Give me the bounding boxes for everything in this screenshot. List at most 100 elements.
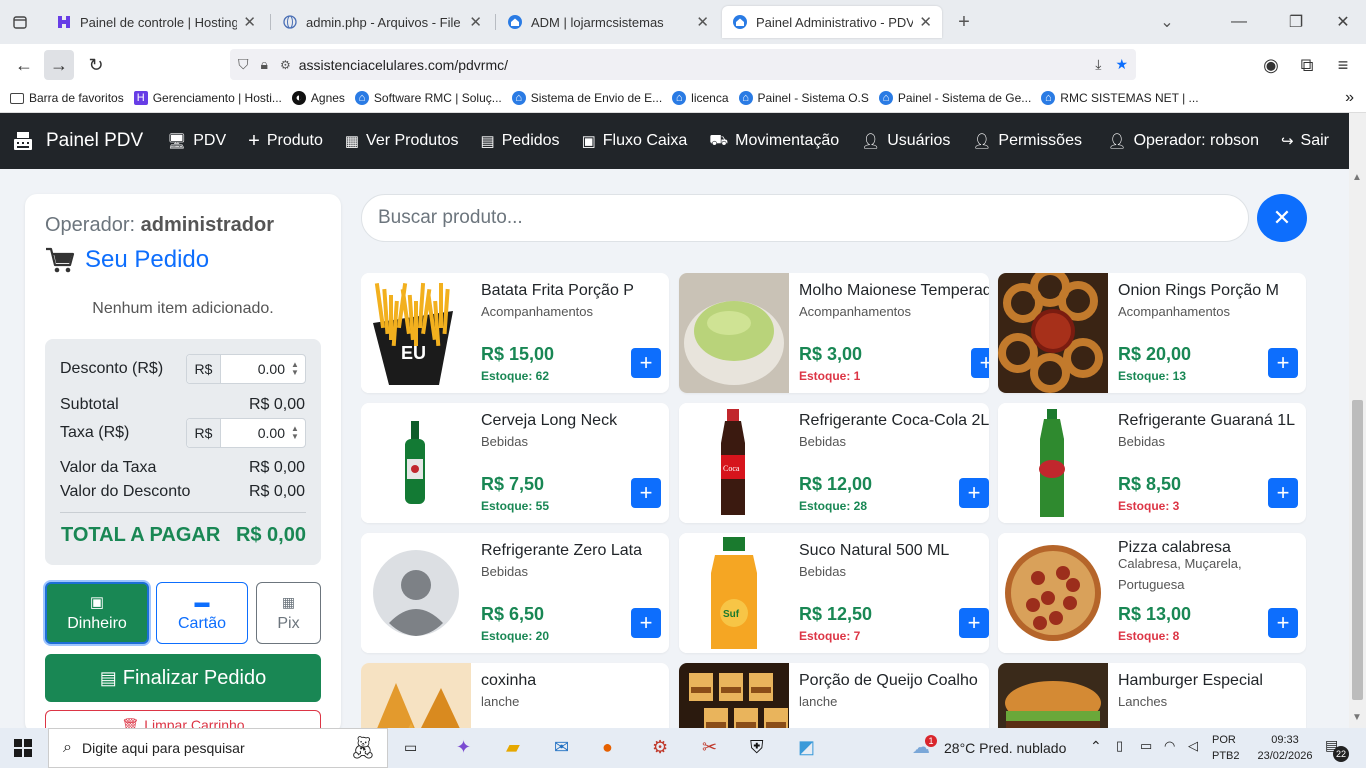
product-card[interactable]: Refrigerante Guaraná 1L Bebidas R$ 8,50 Est… xyxy=(998,403,1306,523)
restore-icon[interactable]: ❐ xyxy=(1282,8,1310,36)
account-icon[interactable]: ◉ xyxy=(1256,50,1286,80)
clock[interactable]: 09:33 23/02/2026 xyxy=(1255,732,1315,764)
scroll-down-icon[interactable]: ▼ xyxy=(1352,712,1362,723)
outlook-icon[interactable]: ✉ xyxy=(554,737,569,758)
weather-text[interactable]: 28°C Pred. nublado xyxy=(944,740,1066,756)
close-icon[interactable]: ✕ xyxy=(469,13,482,31)
product-card[interactable]: EU Batata Frita Porção P Acompanhamentos R$… xyxy=(361,273,669,393)
add-to-cart-button[interactable]: + xyxy=(631,608,661,638)
close-window-icon[interactable]: ✕ xyxy=(1329,8,1357,36)
tab-list-icon[interactable] xyxy=(6,8,34,36)
download-page-icon[interactable]: ⤓ xyxy=(1095,56,1101,73)
extensions-icon[interactable]: ⧉ xyxy=(1292,50,1322,80)
printer-icon[interactable]: ▭ xyxy=(1140,738,1152,754)
add-to-cart-button[interactable]: + xyxy=(631,478,661,508)
bookmark-item[interactable]: ⌂ licenca xyxy=(672,91,729,105)
scroll-up-icon[interactable]: ▲ xyxy=(1352,172,1362,183)
product-search-input[interactable]: Buscar produto... xyxy=(361,194,1249,242)
product-card[interactable]: Onion Rings Porção M Acompanhamentos R$ 20… xyxy=(998,273,1306,393)
close-icon[interactable]: ✕ xyxy=(243,13,256,31)
bookmark-item[interactable]: ⌂ Painel - Sistema O.S xyxy=(738,91,869,105)
app-icon[interactable]: ⚙ xyxy=(652,737,668,758)
add-to-cart-button[interactable]: + xyxy=(1268,348,1298,378)
more-bookmarks-icon[interactable]: » xyxy=(1345,89,1354,107)
chevron-up-icon[interactable]: ⌃ xyxy=(1090,738,1102,755)
finalize-order-button[interactable]: ▤ Finalizar Pedido xyxy=(45,654,321,702)
nav-pdv[interactable]: 🖥︎ PDV xyxy=(167,132,226,150)
stepper-icon[interactable]: ▲ ▼ xyxy=(289,361,301,377)
bookmark-folder[interactable]: Barra de favoritos xyxy=(10,91,124,105)
operator-info[interactable]: 👤︎ Operador: robson xyxy=(1108,132,1259,150)
firefox-icon[interactable]: ● xyxy=(602,737,613,758)
nav-permissoes[interactable]: 👤︎ Permissões xyxy=(972,132,1082,150)
browser-tab-pdv[interactable]: Painel Administrativo - PDV ✕ xyxy=(722,6,942,38)
shield-icon[interactable]: ⛉ xyxy=(238,56,249,73)
app-icon[interactable]: ◩ xyxy=(798,737,815,758)
payment-card-button[interactable]: ▬ Cartão xyxy=(156,582,248,644)
product-card[interactable]: Porção de Queijo Coalho lanche xyxy=(679,663,989,728)
task-view-icon[interactable]: ▭ xyxy=(404,739,417,756)
language-indicator[interactable]: POR PTB2 xyxy=(1212,732,1240,764)
browser-tab-hostinger[interactable]: Painel de controle | Hostinger ✕ xyxy=(46,6,266,38)
lock-icon[interactable]: 🔒︎ xyxy=(261,56,268,73)
new-tab-icon[interactable]: + xyxy=(950,8,978,36)
security-icon[interactable]: ⛨ xyxy=(750,737,764,758)
nav-ver-produtos[interactable]: ▦ Ver Produtos xyxy=(345,132,459,150)
forward-icon[interactable]: → xyxy=(44,50,74,80)
add-to-cart-button[interactable]: + xyxy=(971,348,989,378)
bookmark-item[interactable]: H Gerenciamento | Hosti... xyxy=(133,91,282,105)
taskbar-search[interactable]: ⌕ Digite aqui para pesquisar 🧸︎ xyxy=(48,728,388,768)
scrollbar-thumb[interactable] xyxy=(1352,400,1363,700)
tax-value[interactable]: 0.00 xyxy=(221,425,289,441)
product-card[interactable]: Cerveja Long Neck Bebidas R$ 7,50 Estoque: … xyxy=(361,403,669,523)
stepper-icon[interactable]: ▲ ▼ xyxy=(289,425,301,441)
bookmark-item[interactable]: ⌂ RMC SISTEMAS NET | ... xyxy=(1041,91,1199,105)
discount-input[interactable]: R$ 0.00 ▲ ▼ xyxy=(186,354,306,384)
reload-icon[interactable]: ↻ xyxy=(81,50,111,80)
logout-link[interactable]: ↪ Sair xyxy=(1281,132,1329,150)
product-card[interactable]: Suf Suco Natural 500 ML Bebidas R$ 12,50 Est… xyxy=(679,533,989,653)
product-card[interactable]: Molho Maionese Temperada Acompanhamentos R… xyxy=(679,273,989,393)
bookmark-item[interactable]: ⌂ Sistema de Envio de E... xyxy=(511,91,662,105)
close-icon[interactable]: ✕ xyxy=(919,13,932,31)
close-icon[interactable]: ✕ xyxy=(696,13,709,31)
address-bar[interactable]: ⛉ 🔒︎ ⚙ assistenciacelulares.com/pdvrmc/ … xyxy=(230,49,1136,80)
product-card[interactable]: Coca Refrigerante Coca-Cola 2L Bebidas R$ 1… xyxy=(679,403,989,523)
bookmark-item[interactable]: ◐ Agnes xyxy=(291,91,345,105)
menu-icon[interactable]: ≡ xyxy=(1328,50,1358,80)
file-explorer-icon[interactable]: ▰ xyxy=(506,737,520,758)
windows-start-icon[interactable] xyxy=(14,739,32,760)
copilot-icon[interactable]: ✦ xyxy=(456,737,471,758)
payment-cash-button[interactable]: ▣ Dinheiro xyxy=(45,582,149,644)
discount-value[interactable]: 0.00 xyxy=(221,361,289,377)
add-to-cart-button[interactable]: + xyxy=(1268,478,1298,508)
tax-input[interactable]: R$ 0.00 ▲ ▼ xyxy=(186,418,306,448)
add-to-cart-button[interactable]: + xyxy=(959,608,989,638)
browser-tab-adm[interactable]: ADM | lojarmcsistemas ✕ xyxy=(497,6,719,38)
permissions-icon[interactable]: ⚙ xyxy=(280,58,291,72)
payment-pix-button[interactable]: ▦ Pix xyxy=(256,582,321,644)
add-to-cart-button[interactable]: + xyxy=(631,348,661,378)
add-to-cart-button[interactable]: + xyxy=(1268,608,1298,638)
device-icon[interactable]: ▯ xyxy=(1116,738,1123,754)
clear-search-button[interactable]: ✕ xyxy=(1257,194,1307,242)
nav-produto[interactable]: + Produto xyxy=(248,130,323,153)
product-card[interactable]: Hamburger Especial Lanches xyxy=(998,663,1306,728)
nav-fluxo-caixa[interactable]: ▣ Fluxo Caixa xyxy=(582,132,688,150)
product-card[interactable]: Pizza calabresa Calabresa, Muçarela, Port… xyxy=(998,533,1306,653)
product-card[interactable]: coxinha lanche xyxy=(361,663,669,728)
bookmark-star-icon[interactable]: ★ xyxy=(1115,56,1128,73)
speaker-icon[interactable]: ◁ xyxy=(1188,738,1198,754)
wifi-icon[interactable]: ◠ xyxy=(1164,738,1175,754)
add-to-cart-button[interactable]: + xyxy=(959,478,989,508)
snipping-icon[interactable]: ✂ xyxy=(702,737,717,758)
bookmark-item[interactable]: ⌂ Painel - Sistema de Ge... xyxy=(878,91,1031,105)
back-icon[interactable]: ← xyxy=(9,50,39,80)
browser-tab-file-browser[interactable]: admin.php - Arquivos - File Browser ✕ xyxy=(272,6,492,38)
chevron-down-icon[interactable]: ⌄ xyxy=(1153,8,1181,36)
nav-pedidos[interactable]: ▤ Pedidos xyxy=(481,132,560,150)
minimize-icon[interactable]: — xyxy=(1225,8,1253,36)
bookmark-item[interactable]: ⌂ Software RMC | Soluç... xyxy=(354,91,502,105)
nav-usuarios[interactable]: 👤︎ Usuários xyxy=(861,132,950,150)
product-card[interactable]: Refrigerante Zero Lata Bebidas R$ 6,50 Esto… xyxy=(361,533,669,653)
